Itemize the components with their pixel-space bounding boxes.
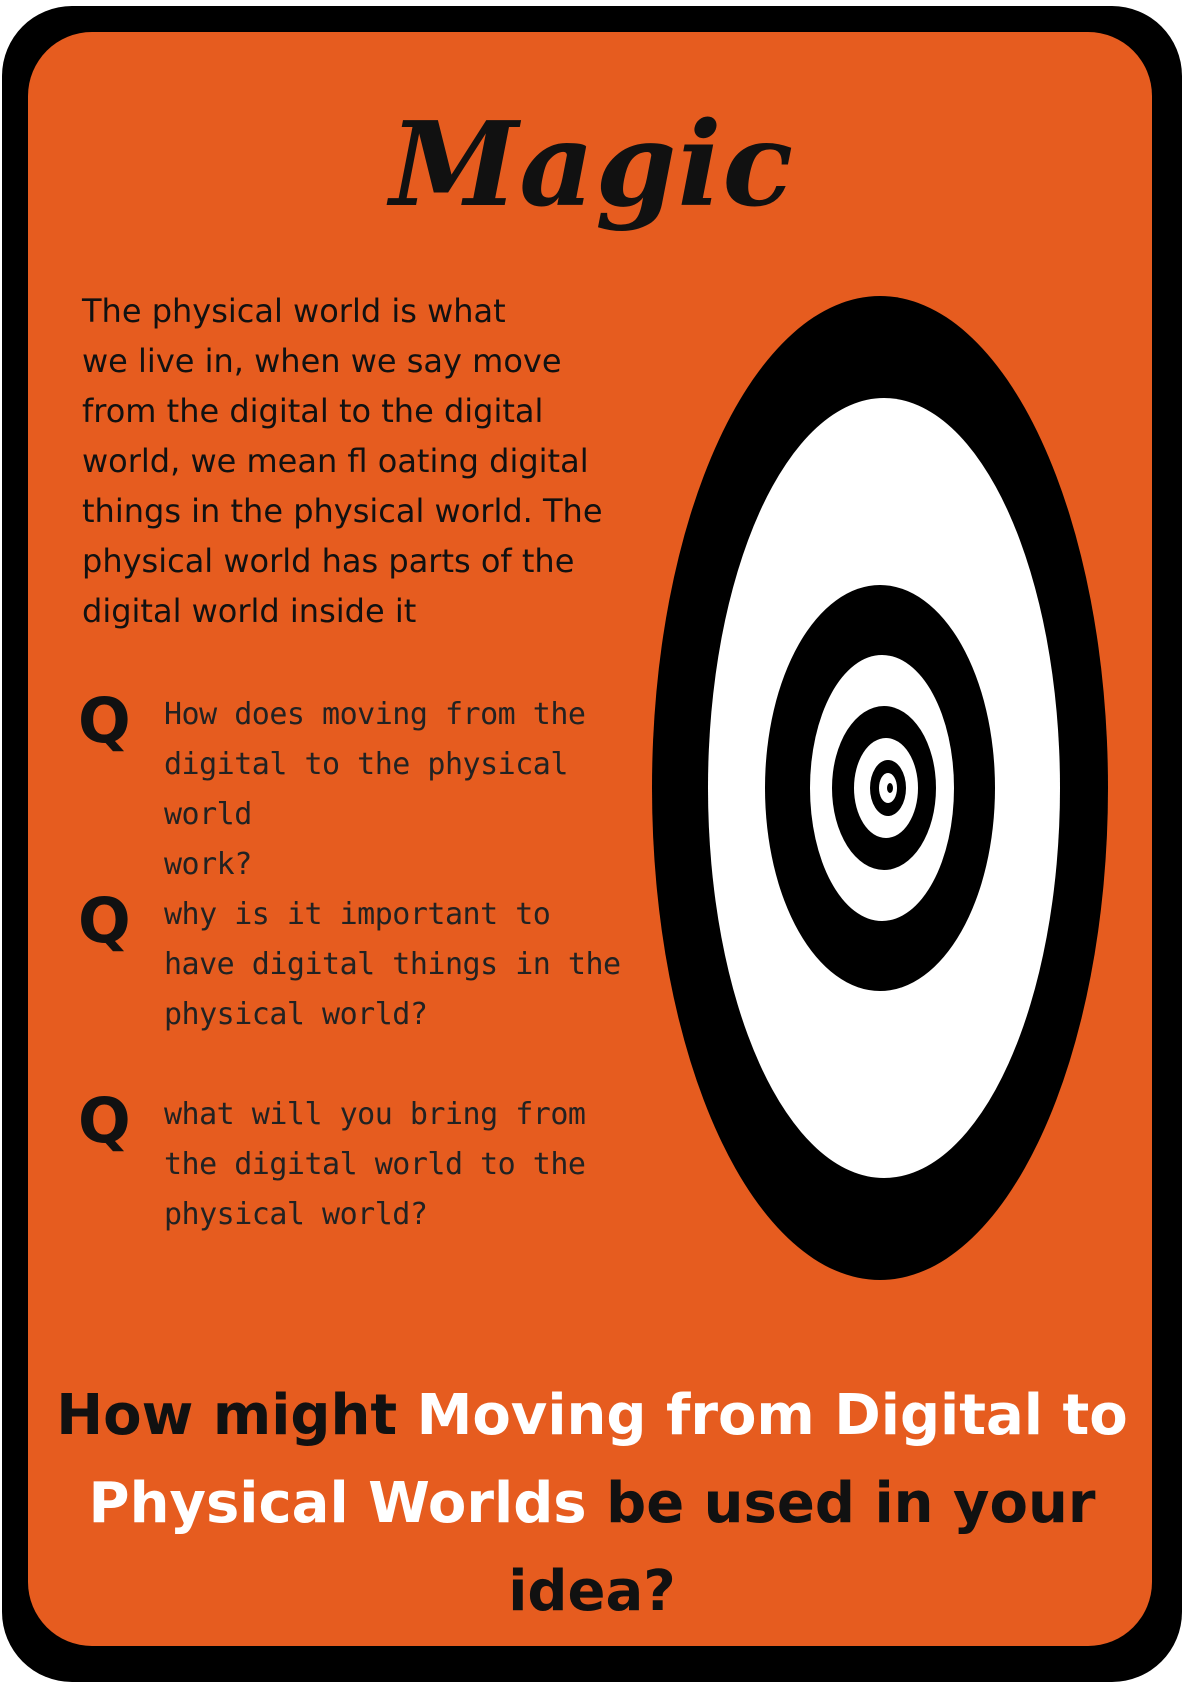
- prompt-part-1: How might: [56, 1383, 417, 1448]
- prompt-highlight-1: Moving from Digital to: [416, 1383, 1128, 1448]
- bottom-prompt: How might Moving from Digital to Physica…: [40, 1372, 1144, 1636]
- prompt-highlight-2: Physical Worlds: [88, 1471, 587, 1536]
- target-center-black: [887, 783, 893, 793]
- prompt-part-2: be used in your idea?: [508, 1471, 1096, 1624]
